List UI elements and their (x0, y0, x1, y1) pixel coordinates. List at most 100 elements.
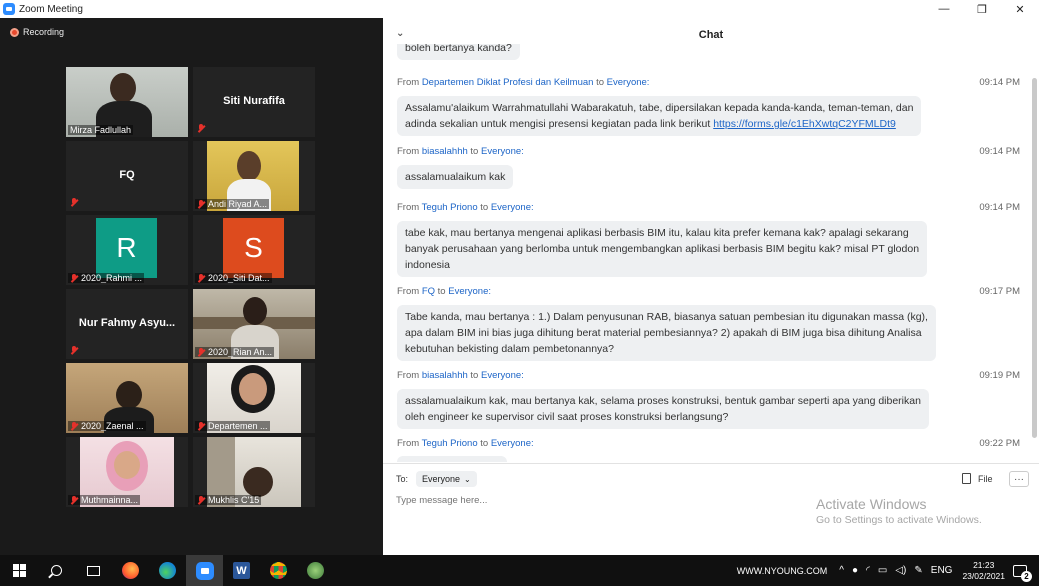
muted-mic-icon (197, 199, 205, 209)
recipient-row: To: Everyone ⌄ (396, 471, 477, 487)
window-controls: — ❐ ✕ (925, 0, 1039, 18)
close-button[interactable]: ✕ (1001, 0, 1039, 18)
chat-message-header: From Teguh Priono to Everyone: 09:22 PM (397, 438, 1020, 449)
participant-tile[interactable]: Mirza Fadlullah (66, 67, 188, 137)
task-view-icon (87, 565, 100, 576)
participant-tile[interactable]: FQ (66, 141, 188, 211)
muted-mic-icon (197, 273, 205, 283)
chat-message-bubble: Tabe kanda, mau bertanya : 1.) Dalam pen… (397, 305, 936, 361)
participant-name: Mukhlis C'15 (195, 495, 262, 505)
message-time: 09:14 PM (979, 146, 1020, 157)
chat-panel: ⌄ Chat boleh bertanya kanda? From Depart… (383, 18, 1039, 555)
task-view-button[interactable] (75, 555, 112, 586)
muted-mic-icon (197, 347, 205, 357)
windows-logo-icon (12, 564, 26, 577)
minimize-button[interactable]: — (925, 0, 963, 18)
recording-indicator[interactable]: Recording (10, 27, 64, 37)
chevron-up-icon[interactable]: ^ (839, 565, 844, 576)
chat-message-bubble: assalamualaikum kak, mau bertanya kak, s… (397, 389, 929, 429)
participant-tile[interactable]: 2020_Rian An... (193, 289, 315, 359)
file-button[interactable]: File (962, 473, 993, 484)
muted-mic-icon (70, 495, 78, 505)
chat-divider (383, 463, 1039, 464)
start-button[interactable] (0, 555, 38, 586)
participant-tile[interactable]: Siti Nurafifa (193, 67, 315, 137)
pen-icon[interactable]: ✎ (914, 565, 922, 576)
participant-tile[interactable]: Departemen ... (193, 363, 315, 433)
chat-message-bubble: tabe kak, mau bertanya mengenai aplikasi… (397, 221, 928, 277)
participant-name: Siti Nurafifa (223, 95, 285, 107)
battery-icon[interactable]: ▭ (878, 565, 887, 576)
chat-message-input[interactable] (396, 495, 796, 506)
participant-name: 2020_Rahmi ... (68, 273, 145, 283)
firefox-button[interactable] (112, 555, 149, 586)
restore-button[interactable]: ❐ (963, 0, 1001, 18)
recording-icon (10, 27, 19, 37)
chat-scrollbar[interactable] (1032, 78, 1037, 438)
wifi-icon[interactable]: ◜ (866, 565, 870, 576)
participant-name: Mirza Fadlullah (68, 125, 134, 135)
zoom-app-icon (3, 3, 15, 15)
message-time: 09:17 PM (979, 286, 1020, 297)
notification-icon[interactable]: 2 (1013, 564, 1032, 582)
muted-mic-icon (70, 198, 78, 207)
app-icon (307, 562, 324, 579)
language-indicator[interactable]: ENG (931, 565, 953, 576)
word-button[interactable]: W (223, 555, 260, 586)
participant-name: 2020_Siti Dat... (195, 273, 272, 283)
more-options-button[interactable]: ··· (1009, 471, 1029, 487)
chrome-button[interactable] (260, 555, 297, 586)
chat-message-bubble (397, 456, 507, 462)
muted-mic-icon (197, 495, 205, 505)
participant-tile[interactable]: Nur Fahmy Asyu... (66, 289, 188, 359)
search-button[interactable] (38, 555, 75, 586)
participant-avatar: R (96, 218, 157, 278)
tray-app-icon[interactable]: ● (852, 565, 858, 576)
chat-title: Chat (698, 28, 724, 41)
recipient-dropdown[interactable]: Everyone ⌄ (416, 471, 477, 487)
participant-name: FQ (119, 169, 135, 181)
chevron-down-icon[interactable]: ⌄ (396, 28, 404, 39)
muted-mic-icon (197, 124, 205, 133)
message-time: 09:19 PM (979, 370, 1020, 381)
zoom-taskbar-button[interactable] (186, 555, 223, 586)
message-time: 09:14 PM (979, 202, 1020, 213)
participant-name: 2020_Rian An... (195, 347, 275, 357)
chat-message-bubble: assalamualaikum kak (397, 165, 514, 189)
chrome-icon (270, 562, 287, 579)
system-tray: WWW.NYOUNG.COM ^ ● ◜ ▭ ◁) ✎ ENG 21:23 23… (737, 555, 1039, 586)
participant-tile[interactable]: 2020_Zaenal ... (66, 363, 188, 433)
app-button[interactable] (297, 555, 334, 586)
participant-avatar: S (223, 218, 284, 278)
participant-tile[interactable]: S 2020_Siti Dat... (193, 215, 315, 285)
notification-badge: 2 (1021, 570, 1032, 582)
site-watermark: WWW.NYOUNG.COM (736, 565, 828, 576)
clock[interactable]: 21:23 23/02/2021 (962, 560, 1005, 582)
activate-windows-watermark: Activate Windows Go to Settings to activ… (816, 496, 982, 526)
word-icon: W (233, 562, 250, 579)
window-title: Zoom Meeting (19, 3, 83, 15)
message-time: 09:22 PM (979, 438, 1020, 449)
chat-message-bubble: boleh bertanya kanda? (397, 44, 520, 60)
firefox-icon (122, 562, 139, 579)
chat-message-header: From biasalahhh to Everyone: 09:14 PM (397, 146, 1020, 157)
volume-icon[interactable]: ◁) (895, 565, 906, 576)
participant-name: Muthmainna... (68, 495, 141, 505)
participant-tile[interactable]: R 2020_Rahmi ... (66, 215, 188, 285)
search-icon (51, 565, 62, 576)
muted-mic-icon (197, 421, 205, 431)
title-bar: Zoom Meeting — ❐ ✕ (0, 0, 1039, 18)
file-icon (962, 473, 971, 484)
zoom-icon (195, 561, 214, 580)
chat-message-header: From Departemen Diklat Profesi dan Keilm… (397, 77, 1020, 88)
windows-taskbar: W WWW.NYOUNG.COM ^ ● ◜ ▭ ◁) ✎ ENG 21:23 … (0, 555, 1039, 586)
chat-messages[interactable]: boleh bertanya kanda? From Departemen Di… (383, 44, 1029, 462)
muted-mic-icon (70, 346, 78, 355)
participant-tile[interactable]: Mukhlis C'15 (193, 437, 315, 507)
chat-message-header: From FQ to Everyone: 09:17 PM (397, 286, 1020, 297)
participant-tile[interactable]: Muthmainna... (66, 437, 188, 507)
participant-name: Nur Fahmy Asyu... (78, 317, 176, 329)
participant-tile[interactable]: Andi Riyad A... (193, 141, 315, 211)
presence-form-link[interactable]: https://forms.gle/c1EhXwtqC2YFMLDt9 (713, 118, 896, 130)
edge-button[interactable] (149, 555, 186, 586)
